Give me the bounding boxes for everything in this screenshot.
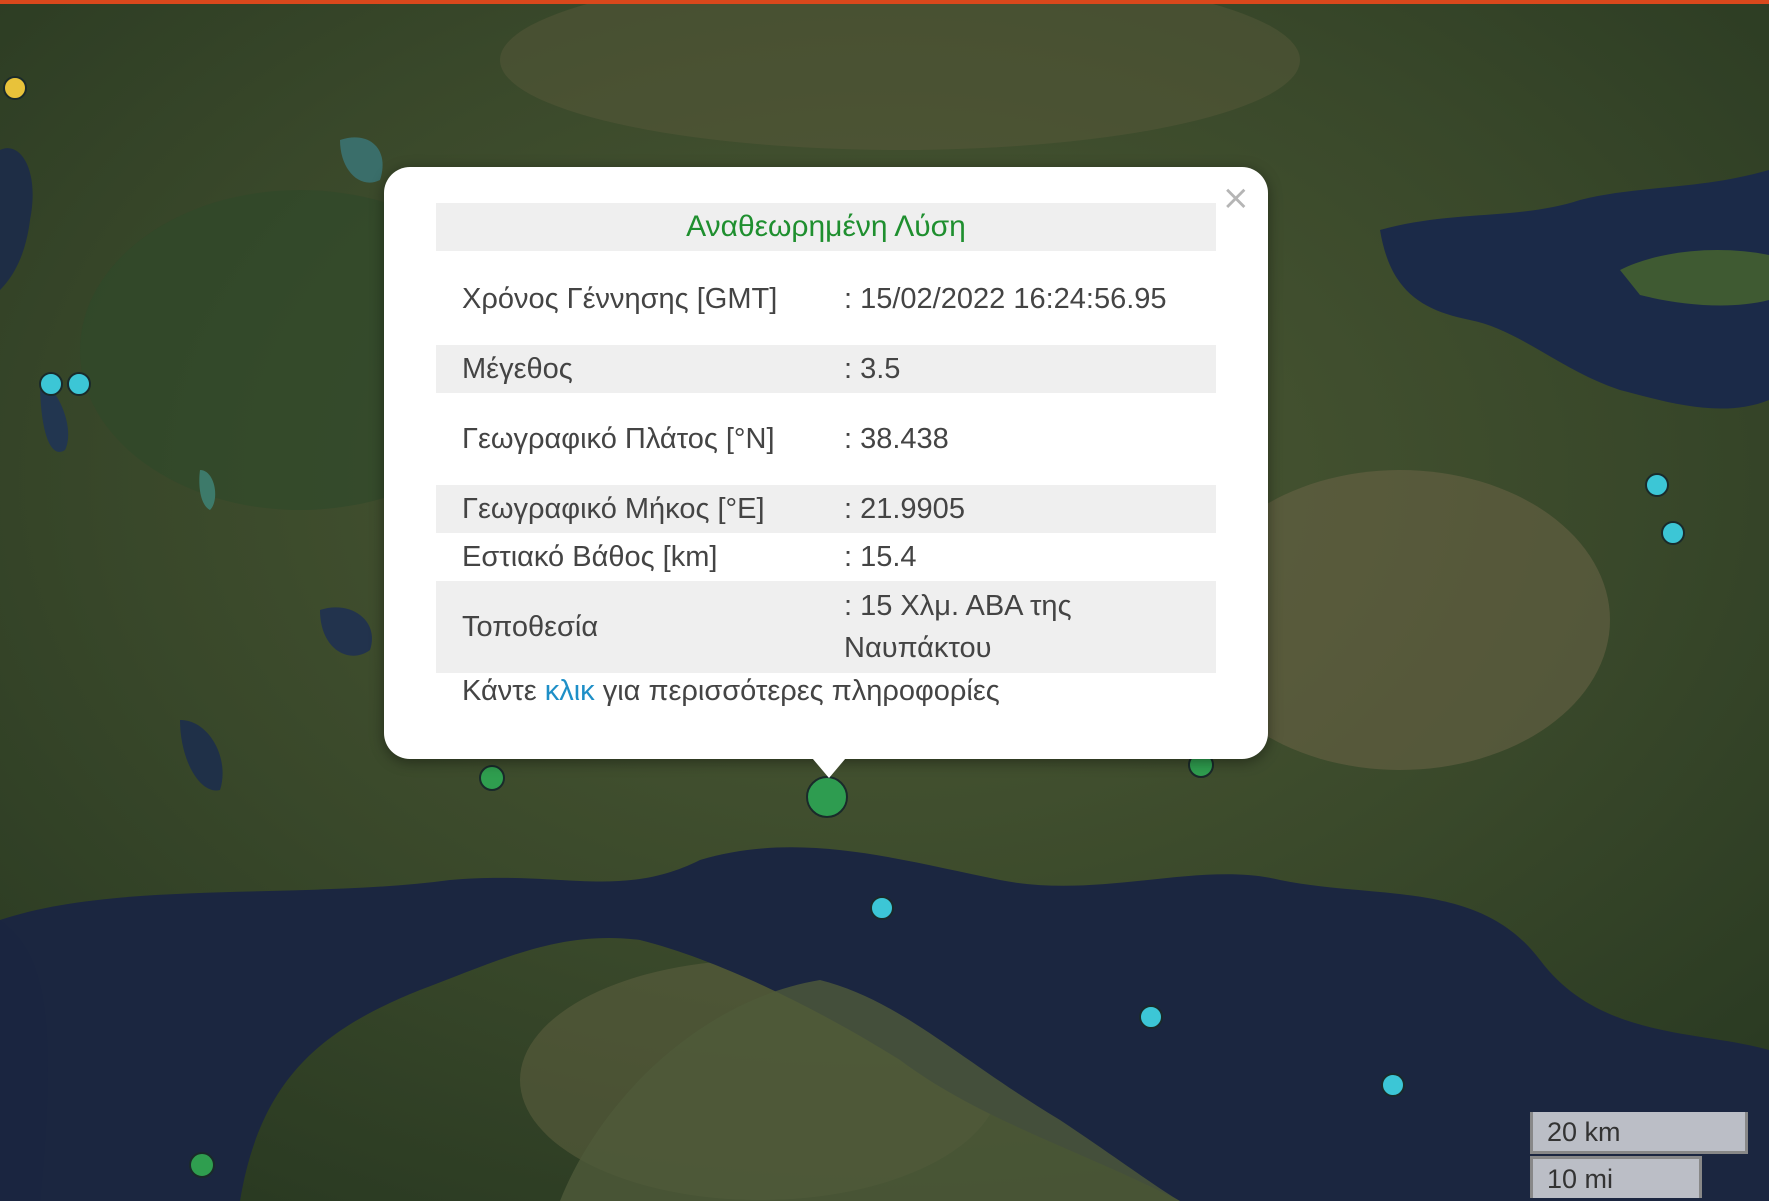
longitude-value: : 21.9905 (818, 485, 1216, 533)
close-icon[interactable]: × (1222, 181, 1251, 215)
location-value: : 15 Χλμ. ΑΒΑ της Ναυπάκτου (818, 581, 1216, 673)
scale-km: 20 km (1530, 1112, 1748, 1154)
latitude-label: Γεωγραφικό Πλάτος [°N] (462, 423, 775, 455)
longitude-label: Γεωγραφικό Μήκος [°E] (436, 485, 818, 533)
earthquake-marker[interactable] (39, 372, 63, 396)
location-label: Τοποθεσία (436, 581, 818, 673)
earthquake-info-popup: × Αναθεωρημένη Λύση Χρόνος Γέννησης [GMT… (384, 167, 1268, 759)
earthquake-marker[interactable] (1661, 521, 1685, 545)
origin-time-value: : 15/02/2022 16:24:56.95 (844, 283, 1167, 315)
more-info-prefix: Κάντε (462, 675, 545, 707)
table-row: Χρόνος Γέννησης [GMT] : 15/02/2022 16:24… (436, 253, 1216, 345)
earthquake-details-table: Χρόνος Γέννησης [GMT] : 15/02/2022 16:24… (436, 253, 1216, 673)
earthquake-marker[interactable] (3, 76, 27, 100)
popup-title: Αναθεωρημένη Λύση (436, 203, 1216, 251)
top-accent-bar (0, 0, 1769, 4)
table-row: Γεωγραφικό Πλάτος [°N] : 38.438 (436, 393, 1216, 485)
earthquake-marker[interactable] (1381, 1073, 1405, 1097)
earthquake-marker[interactable] (870, 896, 894, 920)
earthquake-marker[interactable] (1645, 473, 1669, 497)
more-info-suffix: για περισσότερες πληροφορίες (594, 675, 1000, 707)
selected-earthquake-marker[interactable] (806, 776, 848, 818)
depth-label: Εστιακό Βάθος [km] (462, 540, 718, 573)
origin-time-label: Χρόνος Γέννησης [GMT] (462, 283, 778, 315)
popup-tip (807, 752, 851, 778)
table-row: Γεωγραφικό Μήκος [°E] : 21.9905 (436, 485, 1216, 533)
table-row: Τοποθεσία : 15 Χλμ. ΑΒΑ της Ναυπάκτου (436, 581, 1216, 673)
latitude-value: : 38.438 (844, 423, 949, 455)
map-scale: 20 km 10 mi (1530, 1112, 1748, 1198)
earthquake-marker[interactable] (1139, 1005, 1163, 1029)
more-info-text: Κάντε κλικ για περισσότερες πληροφορίες (462, 675, 1000, 708)
magnitude-value: : 3.5 (818, 345, 1216, 393)
earthquake-marker[interactable] (67, 372, 91, 396)
table-row: Εστιακό Βάθος [km] : 15.4 (436, 533, 1216, 581)
scale-mi: 10 mi (1530, 1156, 1702, 1198)
table-row: Μέγεθος : 3.5 (436, 345, 1216, 393)
earthquake-marker[interactable] (189, 1152, 215, 1178)
magnitude-label: Μέγεθος (436, 345, 818, 393)
earthquake-marker[interactable] (479, 765, 505, 791)
depth-value: : 15.4 (844, 540, 917, 573)
more-info-link[interactable]: κλικ (545, 675, 595, 707)
